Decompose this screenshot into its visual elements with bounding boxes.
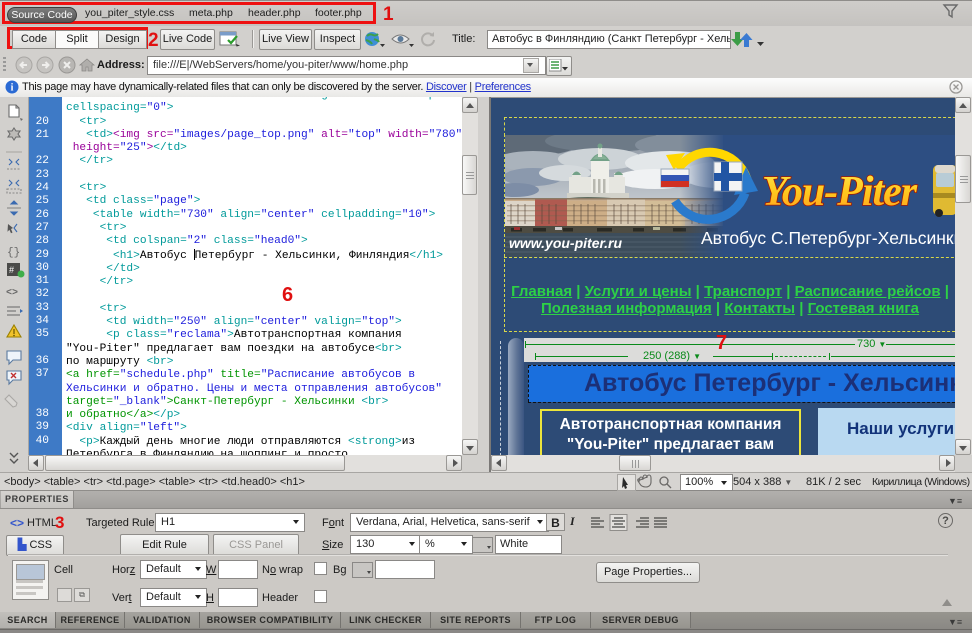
svg-text:<>: <> — [6, 288, 18, 299]
svg-text:www.you-piter.ru: www.you-piter.ru — [509, 235, 622, 251]
svg-text:{}: {} — [7, 247, 20, 259]
svg-text:You-Piter: You-Piter — [762, 169, 918, 215]
svg-text:Автобус С.Петербург-Хельсинки: Автобус С.Петербург-Хельсинки — [701, 228, 955, 248]
svg-text:#: # — [9, 265, 14, 275]
svg-text:i: i — [11, 83, 14, 94]
